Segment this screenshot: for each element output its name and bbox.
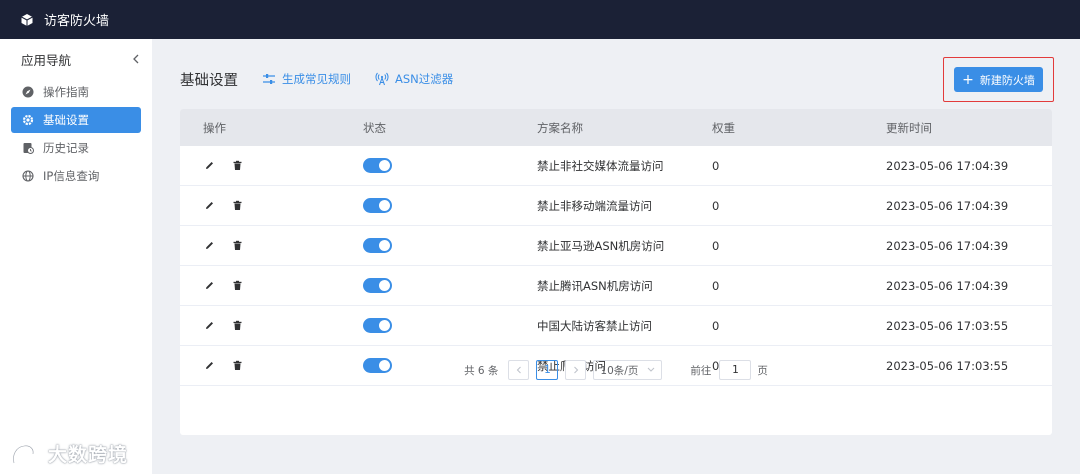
sidebar-item-label: 历史记录 [43, 141, 89, 155]
generate-rules-link[interactable]: 生成常见规则 [262, 71, 351, 87]
new-firewall-highlight: + 新建防火墙 [943, 57, 1054, 102]
pagination: 共 6 条 1 10条/页 前往 1 页 [180, 360, 1052, 380]
goto-label: 前往 [690, 364, 712, 377]
sidebar: 应用导航 操作指南 基础设置 历史记录 IP信息查询 [0, 39, 152, 474]
rule-weight: 0 [712, 158, 720, 173]
page-jump: 前往 1 页 [690, 360, 768, 380]
rule-updated: 2023-05-06 17:04:39 [886, 198, 1009, 213]
sliders-icon [262, 72, 276, 86]
column-header: 权重 [712, 120, 735, 135]
delete-trash-icon[interactable] [231, 280, 243, 292]
column-header: 操作 [203, 120, 226, 135]
sidebar-item-history[interactable]: 历史记录 [11, 135, 141, 161]
column-header: 状态 [363, 120, 386, 135]
row-actions [180, 200, 363, 212]
sidebar-header: 应用导航 [0, 39, 152, 79]
antenna-icon [375, 72, 389, 86]
delete-trash-icon[interactable] [231, 240, 243, 252]
delete-trash-icon[interactable] [231, 200, 243, 212]
page-number-current[interactable]: 1 [536, 360, 559, 380]
column-header: 更新时间 [886, 120, 932, 135]
firewall-table-card: 操作 状态 方案名称 权重 更新时间 禁止非社交媒体流量访问 0 2023-05… [180, 109, 1052, 435]
chevron-right-icon [574, 366, 579, 374]
rule-name: 禁止非社交媒体流量访问 [537, 158, 664, 173]
table-row: 禁止亚马逊ASN机房访问 0 2023-05-06 17:04:39 [180, 226, 1052, 266]
sidebar-item-guide[interactable]: 操作指南 [11, 79, 141, 105]
sidebar-item-ip-lookup[interactable]: IP信息查询 [11, 163, 141, 189]
table-row: 中国大陆访客禁止访问 0 2023-05-06 17:03:55 [180, 306, 1052, 346]
status-toggle[interactable] [363, 158, 392, 173]
edit-pencil-icon[interactable] [203, 320, 215, 332]
plus-icon: + [962, 71, 974, 88]
top-bar: 访客防火墙 [0, 0, 1080, 39]
sidebar-item-label: IP信息查询 [43, 169, 100, 183]
edit-pencil-icon[interactable] [203, 200, 215, 212]
edit-pencil-icon[interactable] [203, 240, 215, 252]
rule-name: 禁止非移动端流量访问 [537, 198, 652, 213]
new-firewall-label: 新建防火墙 [979, 73, 1035, 87]
edit-pencil-icon[interactable] [203, 160, 215, 172]
sidebar-title: 应用导航 [21, 52, 72, 68]
delete-trash-icon[interactable] [231, 160, 243, 172]
rule-updated: 2023-05-06 17:04:39 [886, 238, 1009, 253]
rule-name: 禁止腾讯ASN机房访问 [537, 278, 653, 293]
sidebar-item-label: 操作指南 [43, 85, 89, 99]
delete-trash-icon[interactable] [231, 320, 243, 332]
goto-page-input[interactable]: 1 [719, 360, 752, 380]
globe-icon [21, 170, 34, 183]
rule-name: 禁止亚马逊ASN机房访问 [537, 238, 665, 253]
page-size-select[interactable]: 10条/页 [593, 360, 663, 380]
gear-icon [21, 114, 34, 127]
status-toggle[interactable] [363, 318, 392, 333]
asn-filter-label: ASN过滤器 [395, 72, 454, 86]
compass-icon [21, 86, 34, 99]
row-actions [180, 240, 363, 252]
table-row: 禁止非移动端流量访问 0 2023-05-06 17:04:39 [180, 186, 1052, 226]
main-content: 基础设置 生成常见规则 ASN过滤器 + 新建防火墙 操作 状态 方案名称 权重… [152, 39, 1080, 474]
edit-pencil-icon[interactable] [203, 280, 215, 292]
page-header: 基础设置 生成常见规则 ASN过滤器 [180, 59, 1060, 99]
cube-logo-icon [20, 13, 34, 27]
rule-weight: 0 [712, 238, 720, 253]
table-row: 禁止腾讯ASN机房访问 0 2023-05-06 17:04:39 [180, 266, 1052, 306]
sidebar-item-basic-settings[interactable]: 基础设置 [11, 107, 141, 133]
watermark-text: 大数跨境 [48, 444, 129, 466]
table-header: 操作 状态 方案名称 权重 更新时间 [180, 109, 1052, 146]
page-title: 基础设置 [180, 72, 238, 89]
chevron-left-icon [516, 366, 521, 374]
rule-weight: 0 [712, 198, 720, 213]
pagination-total: 共 6 条 [464, 364, 499, 377]
asn-filter-link[interactable]: ASN过滤器 [375, 71, 453, 87]
page-size-value: 10条/页 [600, 364, 639, 377]
sidebar-item-label: 基础设置 [43, 113, 89, 127]
row-actions [180, 160, 363, 172]
chevron-left-icon[interactable] [130, 53, 142, 65]
status-toggle[interactable] [363, 198, 392, 213]
history-icon [21, 142, 34, 155]
prev-page-button[interactable] [508, 360, 530, 380]
status-toggle[interactable] [363, 238, 392, 253]
chevron-down-icon [647, 365, 655, 375]
column-header: 方案名称 [537, 120, 583, 135]
row-actions [180, 280, 363, 292]
watermark: 大数跨境 [10, 440, 128, 467]
status-toggle[interactable] [363, 278, 392, 293]
rule-updated: 2023-05-06 17:04:39 [886, 158, 1009, 173]
rule-name: 中国大陆访客禁止访问 [537, 318, 652, 333]
table-row: 禁止非社交媒体流量访问 0 2023-05-06 17:04:39 [180, 146, 1052, 186]
rule-weight: 0 [712, 318, 720, 333]
page-suffix-label: 页 [757, 364, 768, 377]
rule-updated: 2023-05-06 17:04:39 [886, 278, 1009, 293]
rule-updated: 2023-05-06 17:03:55 [886, 318, 1009, 333]
watermark-logo-icon [12, 443, 42, 463]
new-firewall-button[interactable]: + 新建防火墙 [954, 67, 1043, 92]
rule-weight: 0 [712, 278, 720, 293]
next-page-button[interactable] [565, 360, 587, 380]
generate-rules-label: 生成常见规则 [282, 72, 351, 86]
app-title: 访客防火墙 [44, 14, 110, 29]
row-actions [180, 320, 363, 332]
